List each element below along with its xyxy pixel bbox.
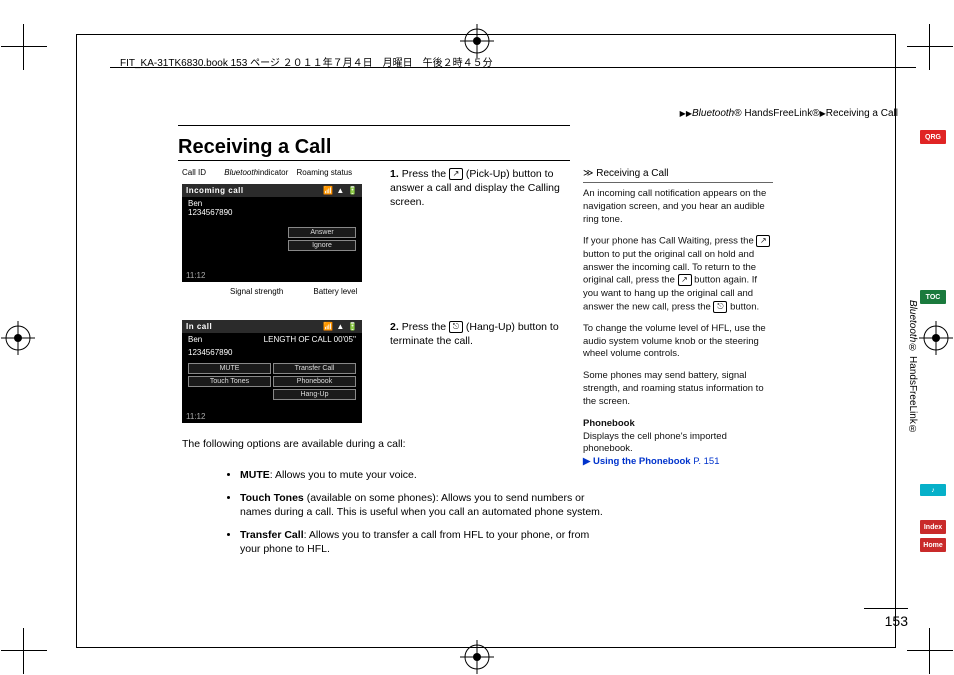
source-stamp: FIT_KA-31TK6830.book 153 ページ ２０１１年７月４日 月… bbox=[120, 54, 493, 69]
hang-up-button[interactable]: Hang-Up bbox=[273, 389, 356, 400]
hangup-icon: ⎋ bbox=[449, 321, 463, 333]
pickup-icon: ↗ bbox=[449, 168, 463, 180]
tab-qrg[interactable]: QRG bbox=[920, 130, 946, 144]
screenshot-incoming-call: Incoming call📶 ▲ 🔋 Ben 1234567890 Answer… bbox=[182, 184, 362, 282]
tab-home[interactable]: Home bbox=[920, 538, 946, 552]
page-title: Receiving a Call bbox=[178, 136, 331, 159]
registration-mark-icon bbox=[460, 24, 494, 58]
crop-mark bbox=[1, 628, 47, 674]
list-item: MUTE: Allows you to mute your voice. bbox=[240, 468, 608, 482]
clock: 11:12 bbox=[186, 412, 205, 421]
sidebar-rule bbox=[583, 182, 773, 183]
call-length: LENGTH OF CALL 00'05'' bbox=[264, 335, 356, 344]
sidebar-title: ≫ Receiving a Call bbox=[583, 168, 669, 179]
caller-number: 1234567890 bbox=[188, 208, 356, 217]
pickup-icon: ↗ bbox=[678, 274, 692, 286]
caller-number: 1234567890 bbox=[182, 346, 362, 359]
registration-mark-icon bbox=[919, 321, 953, 355]
transfer-call-button[interactable]: Transfer Call bbox=[273, 363, 356, 374]
breadcrumb: ▶▶Bluetooth® HandsFreeLink®▶Receiving a … bbox=[680, 108, 898, 119]
list-item: Transfer Call: Allows you to transfer a … bbox=[240, 528, 608, 556]
callout-labels-lower: Signal strengthBattery level bbox=[230, 287, 387, 296]
tab-index[interactable]: Index bbox=[920, 520, 946, 534]
sidebar-body: An incoming call notification appears on… bbox=[583, 188, 771, 478]
options-list: MUTE: Allows you to mute your voice. Tou… bbox=[200, 468, 608, 566]
caller-name: Ben bbox=[188, 335, 202, 344]
caller-name: Ben bbox=[188, 199, 356, 208]
page-number: 153 bbox=[885, 613, 908, 629]
clock: 11:12 bbox=[186, 271, 205, 280]
phonebook-button[interactable]: Phonebook bbox=[273, 376, 356, 387]
callout-labels: Call ID Bluetooth indicator Roaming stat… bbox=[182, 168, 382, 177]
page-number-rule bbox=[864, 608, 908, 609]
tab-toc[interactable]: TOC bbox=[920, 290, 946, 304]
ignore-button[interactable]: Ignore bbox=[288, 240, 356, 251]
registration-mark-icon bbox=[1, 321, 35, 355]
title-rule bbox=[178, 125, 570, 126]
step-2: 2. Press the ⎋ (Hang-Up) button to termi… bbox=[390, 320, 560, 348]
touch-tones-button[interactable]: Touch Tones bbox=[188, 376, 271, 387]
registration-mark-icon bbox=[460, 640, 494, 674]
section-side-label: Bluetooth® HandsFreeLink® bbox=[907, 300, 918, 435]
hangup-icon: ⎋ bbox=[713, 301, 727, 313]
step-1: 1. Press the ↗ (Pick-Up) button to answe… bbox=[390, 167, 560, 210]
mute-button[interactable]: MUTE bbox=[188, 363, 271, 374]
title-rule bbox=[178, 160, 570, 161]
crop-mark bbox=[907, 24, 953, 70]
options-intro: The following options are available duri… bbox=[182, 438, 406, 450]
crop-mark bbox=[1, 24, 47, 70]
screenshot-in-call: In call📶 ▲ 🔋 Ben LENGTH OF CALL 00'05'' … bbox=[182, 320, 362, 423]
crop-mark bbox=[907, 628, 953, 674]
pickup-icon: ↗ bbox=[756, 235, 770, 247]
tab-audio[interactable]: ♪ bbox=[920, 484, 946, 496]
phonebook-link[interactable]: ▶ Using the Phonebook bbox=[583, 456, 691, 467]
list-item: Touch Tones (available on some phones): … bbox=[240, 491, 608, 519]
answer-button[interactable]: Answer bbox=[288, 227, 356, 238]
